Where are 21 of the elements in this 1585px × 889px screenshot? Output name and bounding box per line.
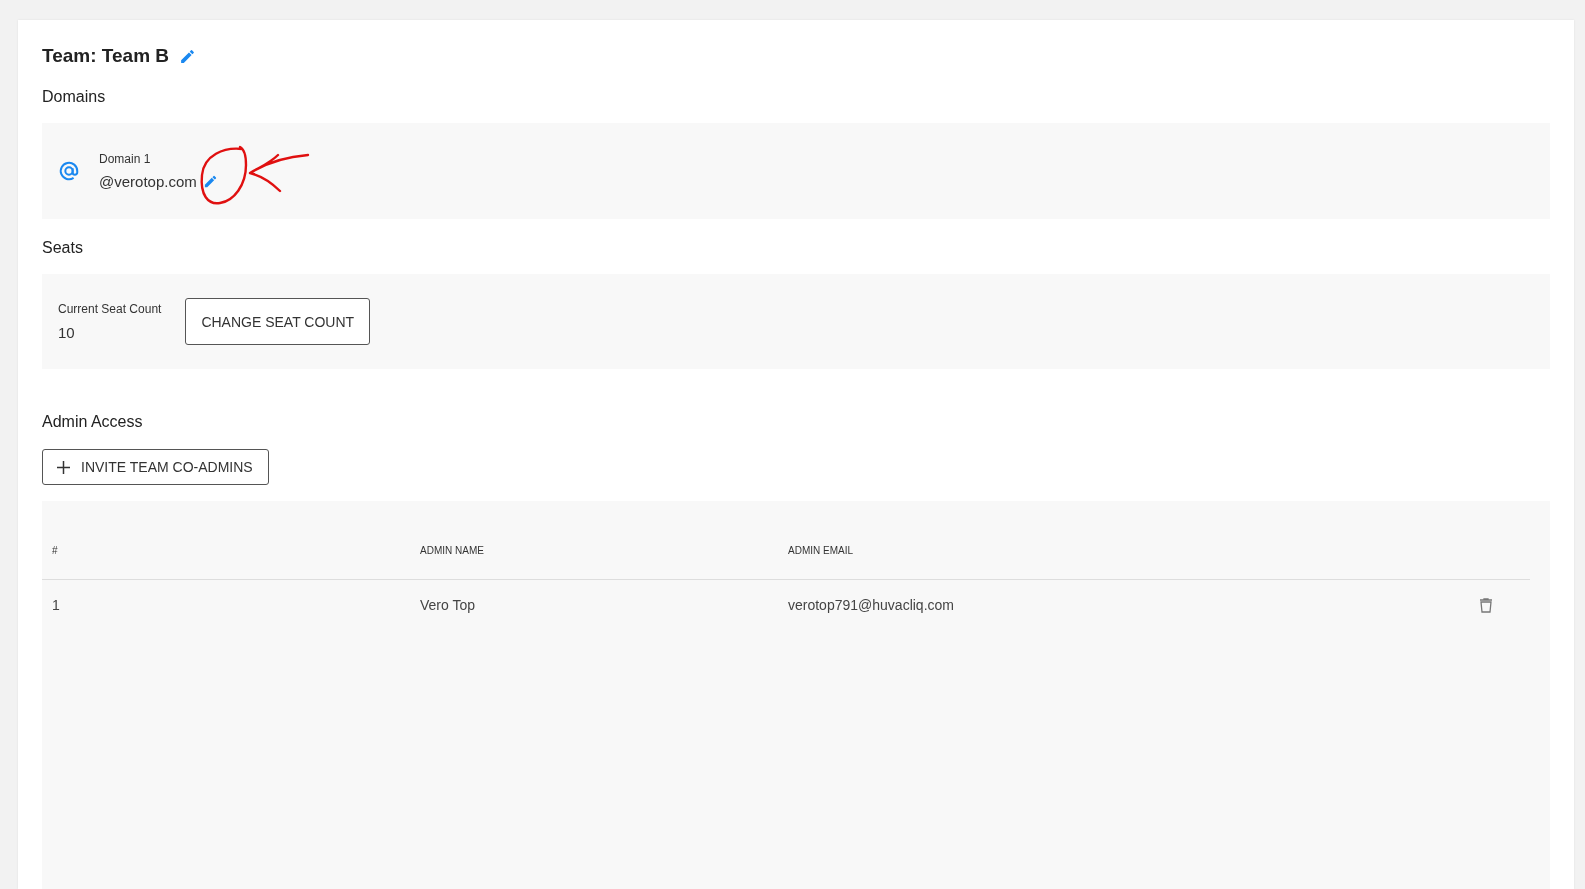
section-heading: Domains bbox=[42, 88, 107, 106]
section-heading: Seats bbox=[42, 239, 84, 257]
seat-count: 10 bbox=[58, 324, 76, 341]
column-header: # bbox=[51, 544, 59, 556]
field-label: Domain 1 bbox=[99, 152, 152, 166]
at-sign-icon bbox=[58, 160, 80, 182]
delete-icon[interactable] bbox=[1480, 597, 1492, 613]
column-header: ADMIN NAME bbox=[419, 544, 485, 556]
edit-icon[interactable] bbox=[202, 174, 218, 189]
plus-icon bbox=[57, 460, 70, 474]
table-cell-text: Vero Top bbox=[419, 597, 476, 613]
field-label: Current Seat Count bbox=[58, 302, 162, 316]
invite-button[interactable]: INVITE TEAM CO-ADMINS bbox=[42, 449, 269, 485]
change-seat-count-button[interactable]: CHANGE SEAT COUNT bbox=[185, 298, 371, 345]
domain-value: @verotop.com bbox=[99, 173, 197, 190]
section-heading: Admin Access bbox=[42, 413, 144, 431]
table-cell-text: verotop791@huvacliq.com bbox=[787, 597, 955, 613]
table-cell-text: 1 bbox=[51, 597, 61, 613]
column-header: ADMIN EMAIL bbox=[787, 544, 854, 556]
team-title: Team: Team B bbox=[42, 45, 170, 67]
edit-icon[interactable] bbox=[179, 47, 197, 65]
